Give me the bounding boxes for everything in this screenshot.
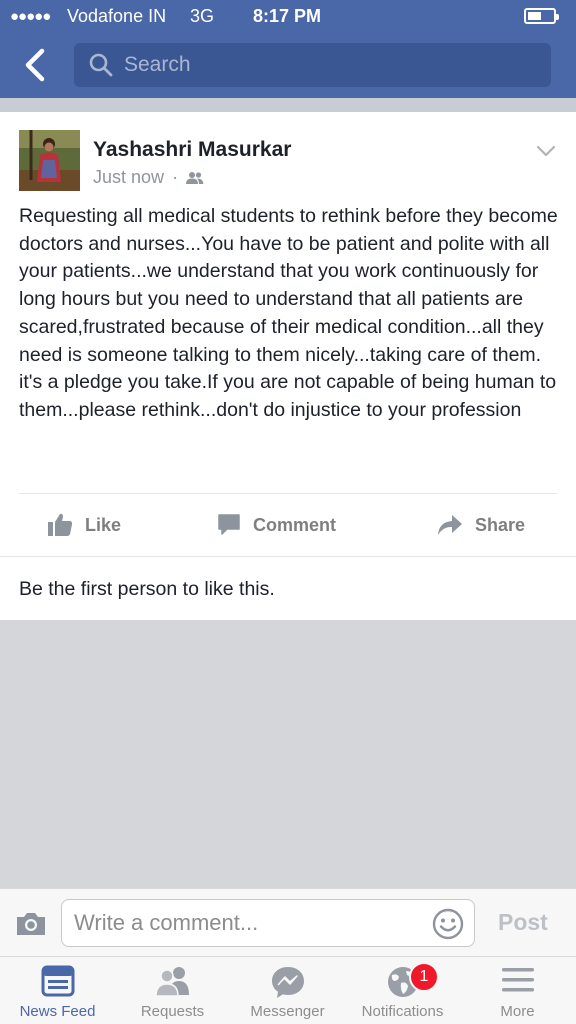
chevron-down-icon: [536, 145, 556, 157]
post-meta: Just now ·: [93, 167, 204, 188]
tab-more[interactable]: More: [460, 957, 575, 1024]
comment-label: Comment: [253, 514, 337, 535]
comment-button[interactable]: Comment: [217, 511, 336, 539]
share-label: Share: [475, 514, 526, 535]
tab-notifications[interactable]: 1 Notifications: [345, 957, 460, 1024]
tab-label: Notifications: [361, 1003, 444, 1020]
post-comment-button[interactable]: Post: [498, 909, 548, 936]
tab-label: Requests: [140, 1003, 205, 1020]
friend-requests-icon: [154, 967, 189, 997]
signal-strength: ●●●●●: [10, 8, 51, 25]
search-icon: [89, 53, 113, 77]
avatar[interactable]: [19, 130, 80, 191]
tab-requests[interactable]: Requests: [115, 957, 230, 1024]
tab-label: News Feed: [19, 1003, 96, 1020]
like-label: Like: [85, 514, 122, 535]
tab-bar: News Feed Requests Messenger 1 Notificat…: [0, 956, 576, 1024]
search-bar[interactable]: [74, 43, 551, 87]
comment-composer: Post: [0, 888, 576, 956]
chevron-left-icon: [25, 48, 45, 82]
profile-photo: [19, 130, 80, 191]
meta-separator: ·: [172, 167, 179, 187]
post-author[interactable]: Yashashri Masurkar: [93, 138, 291, 162]
camera-button[interactable]: [15, 911, 47, 942]
status-time: 8:17 PM: [253, 6, 322, 26]
messenger-icon: [271, 967, 304, 998]
tab-label: Messenger: [250, 1003, 325, 1020]
header-divider: [0, 98, 576, 112]
comment-bubble-icon: [218, 514, 240, 535]
search-input[interactable]: [124, 43, 534, 87]
post-actions: Like Comment Share: [0, 494, 576, 556]
tab-news-feed[interactable]: News Feed: [0, 957, 115, 1024]
status-bar: ●●●●● Vodafone IN 3G 8:17 PM: [0, 0, 576, 34]
back-button[interactable]: [22, 48, 48, 82]
news-feed-icon: [41, 965, 74, 997]
sticker-button[interactable]: [432, 908, 464, 945]
camera-icon: [17, 913, 45, 935]
tab-label: More: [500, 1003, 535, 1020]
comment-input[interactable]: [74, 900, 424, 946]
tab-messenger[interactable]: Messenger: [230, 957, 345, 1024]
post-options-button[interactable]: [536, 144, 556, 162]
post-timestamp[interactable]: Just now: [93, 167, 164, 187]
carrier-name: Vodafone IN: [67, 6, 167, 26]
battery-icon: [524, 8, 559, 24]
thumbs-up-icon: [48, 513, 73, 536]
comment-box[interactable]: [61, 899, 475, 947]
smiley-icon: [432, 908, 464, 940]
share-button[interactable]: Share: [437, 511, 525, 539]
menu-icon: [501, 968, 534, 992]
friends-icon: [186, 172, 204, 184]
top-bar: ●●●●● Vodafone IN 3G 8:17 PM: [0, 0, 576, 100]
actions-divider: [0, 556, 576, 557]
notification-badge: 1: [409, 962, 439, 992]
likes-summary: Be the first person to like this.: [19, 578, 275, 600]
like-button[interactable]: Like: [47, 511, 121, 539]
share-arrow-icon: [438, 515, 462, 535]
network-type: 3G: [190, 6, 215, 26]
post-card: Yashashri Masurkar Just now · Requesting…: [0, 112, 576, 620]
post-text: Requesting all medical students to rethi…: [19, 205, 558, 421]
